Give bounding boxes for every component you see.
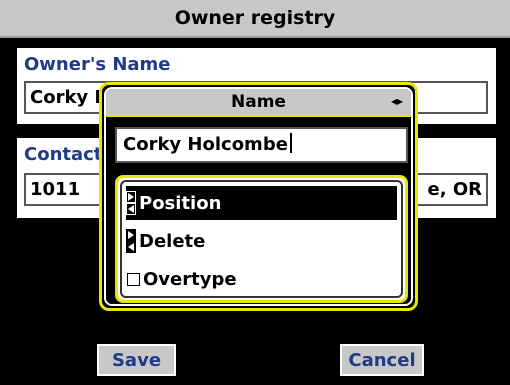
name-input-value: Corky Holcombe [123, 134, 288, 155]
owner-name-label: Owner's Name [24, 54, 171, 75]
window-title: Owner registry [0, 0, 510, 38]
left-right-selector-icon [126, 228, 136, 254]
contact-field-value: 1011 [30, 179, 81, 200]
menu-item-label: Position [139, 192, 222, 214]
left-right-selector-icon [126, 190, 136, 216]
text-cursor [289, 133, 292, 153]
menu-frame: Position Delete Overtype [120, 180, 403, 298]
dialog-frame: Name ◂▸ Corky Holcombe Position Delete O… [104, 87, 413, 306]
contact-field-value-end: e, OR [427, 179, 482, 200]
menu-item-position[interactable]: Position [126, 186, 397, 220]
name-edit-dialog: Name ◂▸ Corky Holcombe Position Delete O… [99, 82, 418, 311]
save-button[interactable]: Save [97, 344, 176, 376]
contact-label: Contact [24, 144, 103, 165]
dialog-title: Name ◂▸ [106, 89, 411, 117]
cancel-button[interactable]: Cancel [340, 344, 424, 376]
menu-item-label: Delete [139, 230, 206, 252]
name-input[interactable]: Corky Holcombe [115, 127, 408, 163]
dialog-title-text: Name [231, 92, 286, 112]
checkbox-icon[interactable] [127, 272, 140, 286]
left-right-arrows-icon[interactable]: ◂▸ [391, 94, 403, 108]
menu-item-label: Overtype [143, 268, 237, 290]
menu-item-overtype[interactable]: Overtype [126, 262, 397, 296]
menu-item-delete[interactable]: Delete [126, 224, 397, 258]
edit-options-menu: Position Delete Overtype [115, 175, 408, 303]
